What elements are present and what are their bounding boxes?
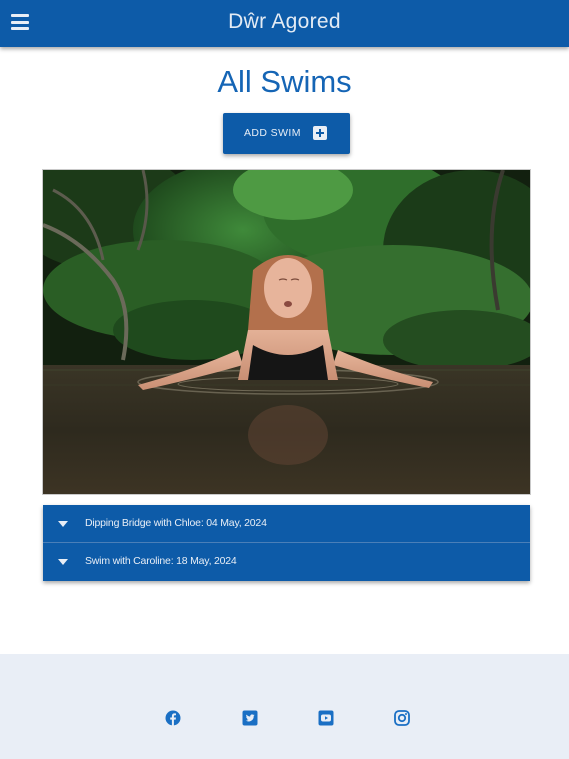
- twitter-icon[interactable]: [242, 710, 258, 726]
- plus-square-icon: [313, 126, 327, 140]
- swim-name: Swim with Caroline: [85, 555, 171, 567]
- caret-down-icon: [58, 559, 68, 565]
- brand-title[interactable]: Dŵr Agored: [0, 10, 569, 34]
- instagram-icon[interactable]: [394, 710, 410, 726]
- swim-date: : 04 May, 2024: [200, 517, 267, 529]
- swim-photo: [42, 169, 531, 495]
- page-title: All Swims: [217, 64, 352, 99]
- swim-list: Dipping Bridge with Chloe: 04 May, 2024 …: [43, 505, 530, 581]
- top-navbar: Dŵr Agored: [0, 0, 569, 47]
- swim-item[interactable]: Swim with Caroline: 18 May, 2024: [43, 543, 530, 581]
- add-swim-button[interactable]: ADD SWIM: [223, 113, 350, 154]
- facebook-icon[interactable]: [165, 710, 181, 726]
- swim-item[interactable]: Dipping Bridge with Chloe: 04 May, 2024: [43, 505, 530, 543]
- footer: [0, 654, 569, 759]
- add-swim-label: ADD SWIM: [244, 127, 301, 139]
- swim-name: Dipping Bridge with Chloe: [85, 517, 201, 529]
- youtube-icon[interactable]: [318, 710, 334, 726]
- swim-date: : 18 May, 2024: [170, 555, 237, 567]
- caret-down-icon: [58, 521, 68, 527]
